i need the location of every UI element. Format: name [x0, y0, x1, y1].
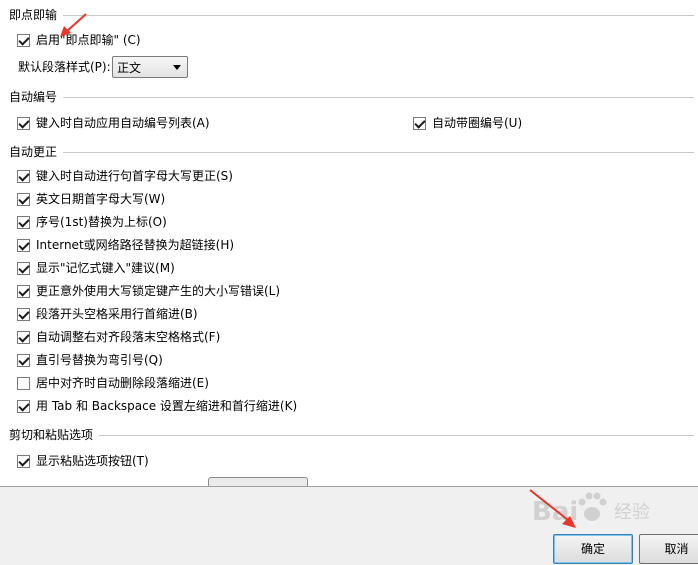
option-label: 显示粘贴选项按钮(T): [36, 454, 149, 468]
auto-correct-option[interactable]: 段落开头空格采用行首缩进(B): [17, 305, 198, 323]
default-paragraph-style-select[interactable]: 正文: [112, 56, 188, 78]
auto-correct-option[interactable]: 自动调整右对齐段落末空格格式(F): [17, 328, 220, 346]
divider: [63, 15, 694, 16]
option-label: 自动调整右对齐段落末空格格式(F): [36, 330, 221, 344]
select-value: 正文: [117, 60, 142, 75]
auto-numbered-list-option[interactable]: 键入时自动应用自动编号列表(A): [17, 114, 210, 132]
option-label: 键入时自动应用自动编号列表(A): [36, 116, 210, 130]
paw-icon: [578, 492, 607, 521]
option-label: 直引号替换为弯引号(Q): [36, 353, 163, 367]
auto-correct-option[interactable]: 直引号替换为弯引号(Q): [17, 351, 163, 369]
checkbox[interactable]: [17, 284, 30, 298]
auto-correct-option[interactable]: 用 Tab 和 Backspace 设置左缩进和首行缩进(K): [17, 397, 297, 415]
option-label: 启用"即点即输" (C): [36, 33, 141, 47]
option-label: 居中对齐时自动删除段落缩进(E): [36, 376, 209, 390]
option-label: 显示"记忆式键入"建议(M): [36, 261, 175, 275]
auto-correct-option[interactable]: 居中对齐时自动删除段落缩进(E): [17, 374, 209, 392]
ok-button[interactable]: 确定: [553, 534, 633, 564]
checkbox[interactable]: [17, 330, 30, 344]
section-title: 即点即输: [9, 8, 58, 22]
checkbox[interactable]: [17, 353, 30, 367]
section-title: 自动编号: [9, 90, 58, 104]
option-label: 自动带圈编号(U): [432, 116, 523, 130]
option-label: 用 Tab 和 Backspace 设置左缩进和首行缩进(K): [36, 399, 298, 413]
section-header-cut-paste: 剪切和粘贴选项: [9, 427, 694, 443]
options-panel: 即点即输 启用"即点即输" (C) 默认段落样式(P): 正文 自动编号 键入时…: [0, 0, 698, 487]
divider: [99, 435, 694, 436]
section-header-instant-input: 即点即输: [9, 7, 694, 23]
checkbox[interactable]: [17, 215, 30, 229]
divider: [63, 97, 694, 98]
default-style-label: 默认段落样式(P):: [18, 60, 111, 74]
auto-correct-option[interactable]: 键入时自动进行句首字母大写更正(S): [17, 167, 233, 185]
watermark-suffix: 经验: [614, 502, 650, 523]
section-header-auto-numbering: 自动编号: [9, 89, 694, 105]
checkbox[interactable]: [17, 307, 30, 321]
checkbox[interactable]: [17, 169, 30, 183]
option-label: Internet或网络路径替换为超链接(H): [36, 238, 235, 252]
annotation-arrow-icon: [529, 489, 576, 528]
option-label: 键入时自动进行句首字母大写更正(S): [36, 169, 233, 183]
default-paragraph-style-row: 默认段落样式(P):: [18, 58, 111, 76]
checkbox[interactable]: [17, 454, 30, 468]
enable-click-and-type-checkbox[interactable]: [17, 33, 30, 47]
option-label: 段落开头空格采用行首缩进(B): [36, 307, 198, 321]
checkbox[interactable]: [17, 192, 30, 206]
enable-click-and-type-option[interactable]: 启用"即点即输" (C): [17, 31, 141, 49]
auto-correct-option[interactable]: 英文日期首字母大写(W): [17, 190, 165, 208]
baidu-watermark: Bai 经验: [532, 492, 650, 527]
settings-button-partial[interactable]: [208, 477, 308, 486]
option-label: 英文日期首字母大写(W): [36, 192, 166, 206]
section-title: 自动更正: [9, 145, 58, 159]
section-title: 剪切和粘贴选项: [9, 428, 94, 442]
auto-circled-numbering-option[interactable]: 自动带圈编号(U): [413, 114, 522, 132]
auto-correct-option[interactable]: 序号(1st)替换为上标(O): [17, 213, 167, 231]
option-label: 更正意外使用大写锁定键产生的大小写错误(L): [36, 284, 281, 298]
checkbox[interactable]: [17, 376, 30, 390]
section-header-auto-correct: 自动更正: [9, 144, 694, 160]
show-paste-options-option[interactable]: 显示粘贴选项按钮(T): [17, 452, 149, 470]
checkbox[interactable]: [17, 399, 30, 413]
divider: [63, 152, 694, 153]
chevron-down-icon: [173, 64, 181, 70]
watermark-brand: Bai: [532, 497, 578, 527]
checkbox[interactable]: [17, 116, 30, 130]
cancel-button[interactable]: 取消: [639, 534, 698, 564]
checkbox[interactable]: [17, 261, 30, 275]
option-label: 序号(1st)替换为上标(O): [36, 215, 167, 229]
checkbox[interactable]: [17, 238, 30, 252]
auto-correct-option[interactable]: 更正意外使用大写锁定键产生的大小写错误(L): [17, 282, 280, 300]
auto-correct-option[interactable]: 显示"记忆式键入"建议(M): [17, 259, 175, 277]
auto-correct-option[interactable]: Internet或网络路径替换为超链接(H): [17, 236, 234, 254]
checkbox[interactable]: [413, 116, 426, 130]
